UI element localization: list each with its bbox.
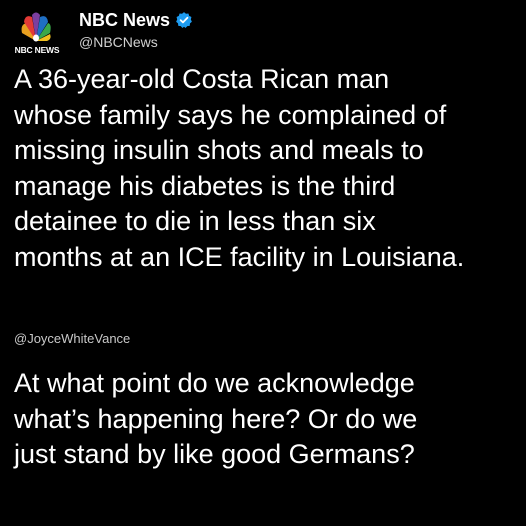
post-text-line: months at an ICE facility in Louisiana. [14, 241, 465, 272]
commentary-text: At what point do we acknowledge what’s h… [14, 366, 519, 473]
commentary-handle[interactable]: @JoyceWhiteVance [14, 331, 130, 346]
account-identity: NBC News @NBCNews [79, 9, 193, 50]
commentary-text-line: At what point do we acknowledge [14, 368, 415, 398]
post-text: A 36-year-old Costa Rican man whose fami… [14, 62, 519, 275]
post-text-line: A 36-year-old Costa Rican man [14, 64, 390, 94]
account-handle[interactable]: @NBCNews [79, 34, 193, 50]
post-text-line: manage his diabetes is the third [14, 170, 396, 201]
post-header: NBC NEWS NBC News @NBCNews [11, 9, 193, 55]
commentary-text-line: just stand by like good Germans? [14, 439, 415, 469]
logo-wordmark: NBC NEWS [14, 45, 60, 55]
post-text-line: missing insulin shots and meals to [14, 135, 424, 165]
name-row: NBC News [79, 9, 193, 31]
verified-badge-icon [175, 11, 193, 29]
peacock-logo-icon [21, 12, 51, 42]
nbc-news-logo[interactable]: NBC NEWS [11, 9, 60, 55]
display-name[interactable]: NBC News [79, 9, 170, 31]
post-text-line: detainee to die in less than six [14, 206, 376, 236]
post-text-line: whose family says he complained of [14, 99, 447, 130]
commentary-text-line: what’s happening here? Or do we [14, 403, 418, 434]
